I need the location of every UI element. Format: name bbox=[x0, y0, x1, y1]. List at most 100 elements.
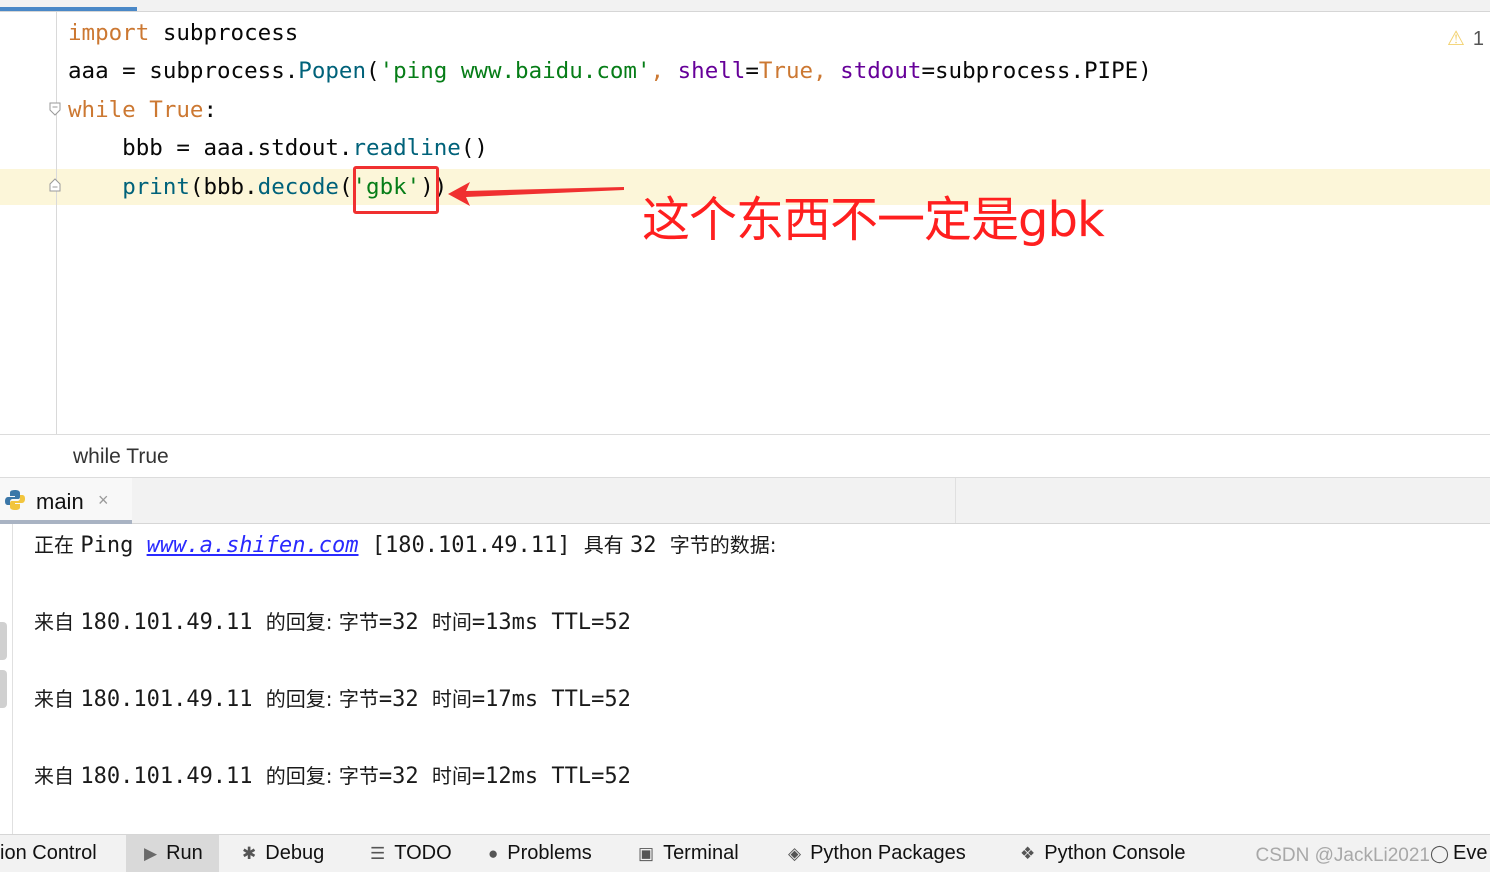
tool-label: ion Control bbox=[0, 842, 97, 864]
text-segment: , bbox=[813, 58, 841, 84]
tool-label: TODO bbox=[394, 842, 452, 864]
text-segment: bbb = aaa.stdout. bbox=[68, 135, 353, 161]
python-icon: ❖ bbox=[1020, 843, 1036, 863]
text-segment: 来自 bbox=[34, 610, 81, 634]
console-gutter bbox=[12, 524, 13, 834]
annotation-highlight-box bbox=[353, 166, 439, 214]
console-output-line: 来自 180.101.49.11 的回复: 字节=32 时间=13ms TTL=… bbox=[34, 607, 631, 638]
run-config-tab[interactable]: main × bbox=[0, 478, 132, 524]
fold-end-icon[interactable] bbox=[49, 178, 61, 192]
close-icon[interactable]: × bbox=[98, 490, 109, 511]
text-segment: =17ms TTL=52 bbox=[471, 687, 631, 712]
console-side-button[interactable] bbox=[0, 670, 7, 708]
code-line-4: bbb = aaa.stdout.readline() bbox=[68, 133, 488, 163]
tool-label: Python Console bbox=[1044, 842, 1186, 864]
text-segment: readline bbox=[352, 135, 461, 161]
runbar-divider bbox=[955, 478, 956, 523]
text-segment: import bbox=[68, 20, 150, 46]
text-segment: 180.101.49.11 bbox=[80, 687, 266, 712]
list-icon: ☰ bbox=[370, 843, 386, 863]
text-segment bbox=[136, 97, 150, 123]
tool-label: Debug bbox=[265, 842, 325, 864]
text-segment: True bbox=[758, 58, 814, 84]
editor-tab-strip bbox=[0, 0, 1490, 12]
text-segment: 正在 bbox=[34, 533, 81, 557]
gutter-divider bbox=[56, 12, 57, 434]
tool-event-log[interactable]: ◯ Eve bbox=[1430, 835, 1488, 872]
text-segment: (bbb. bbox=[189, 174, 258, 200]
fold-open-icon[interactable] bbox=[49, 102, 61, 116]
text-segment: =subprocess.PIPE) bbox=[921, 58, 1152, 84]
text-segment: 具有 bbox=[583, 533, 631, 557]
tool-label: Eve bbox=[1453, 842, 1488, 864]
text-segment: =32 bbox=[378, 764, 432, 789]
python-icon bbox=[5, 490, 25, 510]
tool-label: Terminal bbox=[663, 842, 739, 864]
text-segment: while bbox=[68, 97, 136, 123]
problems-icon: ● bbox=[488, 843, 499, 863]
text-segment: =32 bbox=[378, 687, 432, 712]
active-tab-indicator[interactable] bbox=[0, 7, 137, 11]
tool-python-console[interactable]: ❖ Python Console bbox=[1020, 835, 1185, 872]
console-side-button[interactable] bbox=[0, 622, 7, 660]
text-segment: () bbox=[460, 135, 488, 161]
text-segment: Ping bbox=[80, 533, 147, 558]
text-segment: =13ms TTL=52 bbox=[471, 610, 631, 635]
text-segment: 180.101.49.11 bbox=[80, 764, 266, 789]
warning-count: 1 bbox=[1472, 28, 1484, 50]
text-segment: shell bbox=[677, 58, 746, 84]
text-segment: 'ping www.baidu.com' bbox=[379, 58, 651, 84]
text-segment: aaa = subprocess. bbox=[68, 58, 299, 84]
packages-icon: ◈ bbox=[788, 843, 802, 863]
warning-icon: ⚠ bbox=[1446, 28, 1465, 50]
tool-label: Python Packages bbox=[810, 842, 966, 864]
text-segment bbox=[68, 174, 122, 200]
text-segment: =32 bbox=[378, 610, 432, 635]
text-segment: , bbox=[650, 58, 678, 84]
text-segment: 来自 bbox=[34, 687, 81, 711]
text-segment: ( bbox=[366, 58, 380, 84]
text-segment: True bbox=[149, 97, 204, 123]
text-segment: 字节的数据: bbox=[669, 533, 777, 557]
text-segment: print bbox=[122, 174, 190, 200]
text-segment: ( bbox=[338, 174, 353, 200]
tool-debug[interactable]: ✱ Debug bbox=[242, 835, 324, 872]
console-output-line: 来自 180.101.49.11 的回复: 字节=32 时间=12ms TTL=… bbox=[34, 761, 631, 792]
code-line-2: aaa = subprocess.Popen('ping www.baidu.c… bbox=[68, 56, 1152, 86]
text-segment: Popen bbox=[298, 58, 367, 84]
text-segment: = bbox=[745, 58, 759, 84]
tool-version-control[interactable]: ion Control bbox=[0, 835, 97, 872]
code-line-3: while True: bbox=[68, 95, 217, 125]
text-segment: 时间 bbox=[431, 687, 472, 711]
console-link[interactable]: www.a.shifen.com bbox=[147, 533, 359, 558]
tool-run[interactable]: ▶ Run bbox=[126, 835, 219, 872]
text-segment: : bbox=[203, 97, 218, 123]
tool-todo[interactable]: ☰ TODO bbox=[370, 835, 452, 872]
run-tab-label: main bbox=[36, 489, 84, 514]
text-segment: 的回复: 字节 bbox=[265, 687, 379, 711]
run-icon: ▶ bbox=[144, 843, 158, 863]
breadcrumb-item[interactable]: while True bbox=[73, 445, 169, 469]
tool-label: Run bbox=[166, 842, 203, 864]
text-segment: 时间 bbox=[431, 610, 472, 634]
watermark: CSDN @JackLi2021 bbox=[1255, 845, 1430, 866]
annotation-text: 这个东西不一定是gbk bbox=[642, 192, 1105, 248]
console-output-line: 来自 180.101.49.11 的回复: 字节=32 时间=17ms TTL=… bbox=[34, 684, 631, 715]
text-segment: [180.101.49.11] bbox=[358, 533, 584, 558]
bug-icon: ✱ bbox=[242, 843, 257, 863]
tool-python-packages[interactable]: ◈ Python Packages bbox=[788, 835, 966, 872]
text-segment: 的回复: 字节 bbox=[265, 610, 379, 634]
text-segment: 180.101.49.11 bbox=[80, 610, 266, 635]
text-segment: stdout bbox=[840, 58, 922, 84]
text-segment: subprocess bbox=[149, 20, 299, 46]
run-console[interactable]: 正在 Ping www.a.shifen.com [180.101.49.11]… bbox=[0, 524, 1490, 834]
text-segment: 来自 bbox=[34, 764, 81, 788]
breadcrumb: while True bbox=[0, 434, 1490, 478]
inspection-widget[interactable]: ⚠ 1 bbox=[1447, 26, 1484, 51]
tool-terminal[interactable]: ▣ Terminal bbox=[638, 835, 739, 872]
text-segment: decode bbox=[257, 174, 339, 200]
annotation-arrow-icon bbox=[448, 182, 624, 206]
text-segment: 的回复: 字节 bbox=[265, 764, 379, 788]
tool-problems[interactable]: ● Problems bbox=[488, 835, 592, 872]
console-output-line: 正在 Ping www.a.shifen.com [180.101.49.11]… bbox=[34, 530, 777, 561]
